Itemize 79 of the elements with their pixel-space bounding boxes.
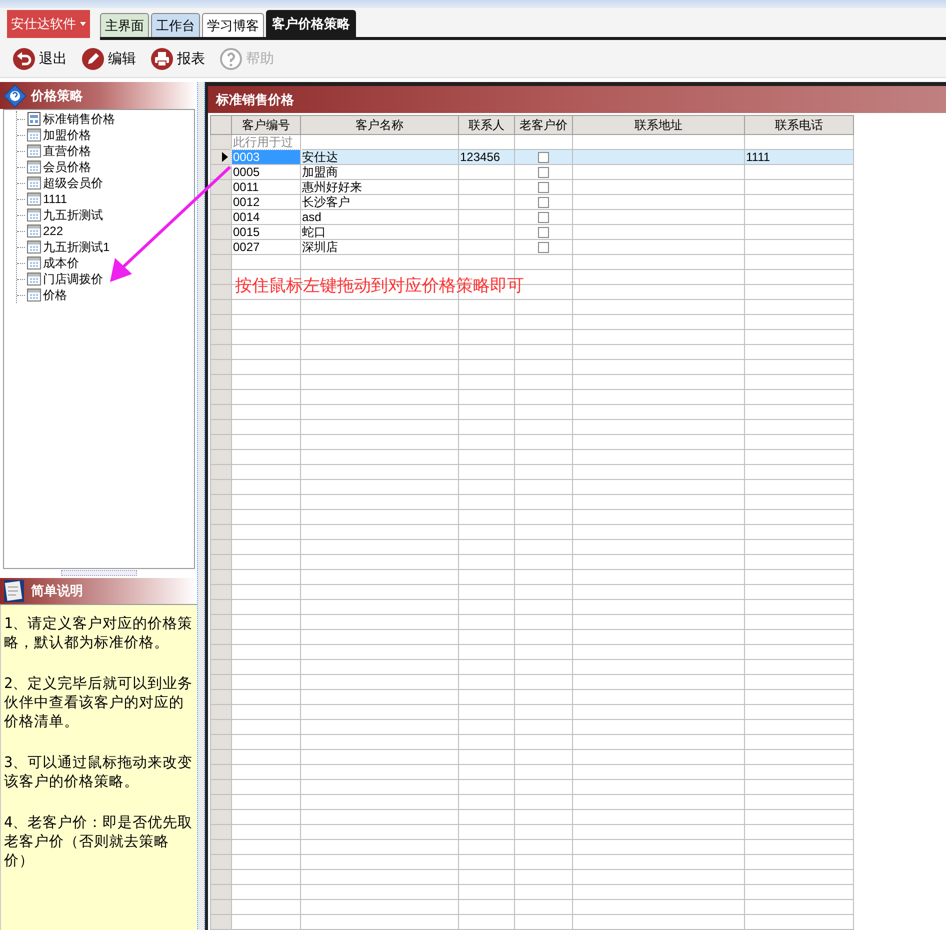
table-cell: 深圳店 [300, 240, 458, 254]
calendar-icon [27, 208, 41, 222]
splitter[interactable] [197, 82, 205, 930]
app-menu-button[interactable]: 安仕达软件 [7, 10, 90, 38]
undo-icon [12, 46, 36, 70]
toolbar-button[interactable]: 退出 [12, 46, 67, 70]
tree-item[interactable]: 成本价 [43, 254, 79, 272]
help-paragraph: 2、定义完毕后就可以到业务伙伴中查看该客户的对应的价格清单。 [4, 675, 194, 732]
help-icon [3, 84, 27, 108]
checkbox[interactable] [538, 152, 549, 163]
tab[interactable]: 主界面 [100, 13, 149, 37]
tab[interactable]: 客户价格策略 [266, 10, 356, 37]
question-icon [219, 46, 243, 70]
collapse-handle[interactable] [60, 570, 136, 576]
row-header [210, 116, 232, 134]
help-paragraph: 3、可以通过鼠标拖动来改变该客户的价格策略。 [4, 754, 194, 792]
tree-item[interactable]: 九五折测试 [43, 206, 103, 224]
column-header[interactable]: 客户编号 [232, 116, 300, 134]
panel-title: 简单说明 [31, 582, 83, 600]
table-cell: 0003 [232, 150, 300, 164]
calendar-icon [27, 272, 41, 286]
help-paragraph: 4、老客户价：即是否优先取老客户价（否则就去策略价） [4, 814, 194, 871]
toolbar-button[interactable]: 编辑 [81, 46, 136, 70]
panel-title: 价格策略 [31, 86, 83, 105]
column-header[interactable]: 客户名称 [300, 116, 458, 134]
tab[interactable]: 工作台 [151, 13, 200, 37]
calendar-icon [27, 192, 41, 206]
checkbox[interactable] [538, 182, 549, 193]
calendar-icon [27, 256, 41, 270]
table-icon [27, 112, 41, 126]
caret-icon [80, 22, 86, 26]
calendar-icon [27, 224, 41, 238]
toolbar-button[interactable]: 报表 [150, 46, 205, 70]
grid-title: 标准销售价格 [216, 90, 294, 109]
table-cell: 加盟商 [300, 164, 458, 180]
table-cell: 0027 [232, 240, 300, 254]
current-row-icon [222, 152, 228, 162]
table-cell: 惠州好好来 [300, 180, 458, 194]
checkbox[interactable] [538, 242, 549, 253]
checkbox[interactable] [538, 166, 549, 178]
tree-item[interactable]: 直营价格 [43, 142, 91, 160]
annotation-text: 按住鼠标左键拖动到对应价格策略即可 [235, 275, 524, 297]
table-cell: 0005 [232, 164, 300, 180]
printer-icon [150, 46, 174, 70]
table-cell: 蛇口 [300, 224, 458, 240]
tree-item[interactable]: 门店调拨价 [43, 270, 103, 288]
checkbox[interactable] [538, 226, 549, 238]
calendar-icon [27, 176, 41, 190]
column-header[interactable]: 联系人 [458, 116, 514, 134]
table-cell: 0011 [232, 180, 300, 194]
table-cell: 0014 [232, 210, 300, 224]
calendar-icon [27, 160, 41, 174]
tree-item[interactable]: 222 [43, 222, 64, 240]
table-cell: 安仕达 [300, 150, 458, 164]
calendar-icon [27, 128, 41, 142]
column-header[interactable]: 联系电话 [744, 116, 854, 134]
calendar-icon [27, 240, 41, 254]
calendar-icon [27, 144, 41, 158]
table-cell: 长沙客户 [300, 194, 458, 210]
tab[interactable]: 学习博客 [202, 13, 264, 37]
checkbox[interactable] [538, 212, 549, 223]
tree-item[interactable]: 价格 [43, 286, 67, 304]
tree-item[interactable]: 加盟价格 [43, 126, 91, 144]
column-header[interactable]: 联系地址 [572, 116, 744, 134]
calendar-icon [27, 288, 41, 302]
tree-item[interactable]: 会员价格 [43, 158, 91, 176]
table-cell: asd [300, 210, 458, 224]
tree-item[interactable]: 超级会员价 [43, 174, 103, 192]
table-cell: 0012 [232, 194, 300, 210]
column-header[interactable]: 老客户价 [514, 116, 572, 134]
help-paragraph: 1、请定义客户对应的价格策略，默认都为标准价格。 [4, 615, 194, 653]
tree-item[interactable]: 标准销售价格 [43, 110, 115, 128]
table-cell: 123456 [458, 150, 514, 164]
tree-item[interactable]: 1111 [43, 190, 68, 208]
tree-item[interactable]: 九五折测试1 [43, 238, 110, 256]
table-cell: 1111 [744, 150, 854, 164]
pencil-icon [81, 46, 105, 70]
checkbox[interactable] [538, 196, 549, 208]
table-cell: 0015 [232, 224, 300, 240]
